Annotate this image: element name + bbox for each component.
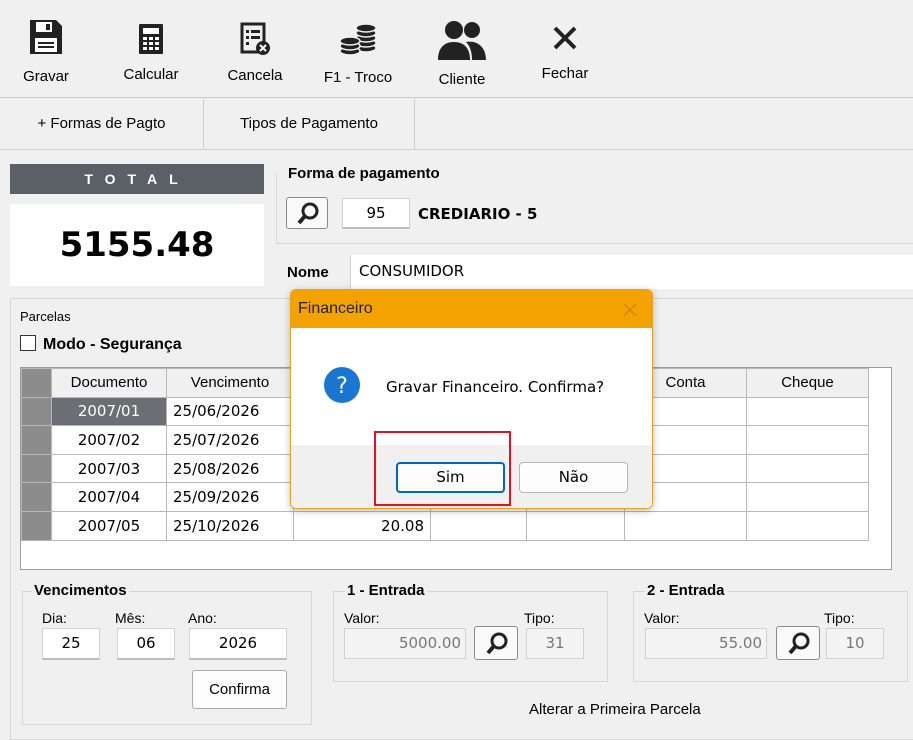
svg-text:?: ?: [336, 374, 348, 399]
ano-label: Ano:: [188, 610, 217, 626]
confirma-button[interactable]: Confirma: [192, 670, 287, 709]
search-icon: [788, 632, 810, 655]
question-icon: ?: [324, 367, 360, 403]
cancel-document-icon: [240, 22, 270, 55]
parcelas-label: Parcelas: [20, 309, 71, 324]
cell-valor[interactable]: 20.08: [293, 510, 431, 541]
forma-pagamento-name: CREDIARIO - 5: [418, 205, 538, 223]
cell-documento[interactable]: 2007/02: [51, 425, 167, 455]
fechar-button[interactable]: Fechar: [534, 18, 596, 82]
row-header[interactable]: [21, 482, 52, 512]
vencimentos-label: Vencimentos: [32, 582, 129, 599]
nome-label: Nome: [287, 264, 329, 281]
cancela-label: Cancela: [227, 67, 283, 84]
cell-documento[interactable]: 2007/01: [51, 396, 167, 427]
column-header-documento[interactable]: Documento: [51, 368, 167, 398]
troco-label: F1 - Troco: [323, 69, 393, 86]
nome-field[interactable]: CONSUMIDOR: [350, 255, 913, 289]
alterar-primeira-parcela-label[interactable]: Alterar a Primeira Parcela: [529, 701, 701, 718]
table-row[interactable]: 2007/05 25/10/2026 20.08: [21, 510, 869, 541]
close-icon: [553, 26, 577, 50]
cell-vencimento[interactable]: 25/06/2026: [166, 396, 294, 427]
row-header-corner: [21, 368, 52, 398]
dia-field[interactable]: 25: [42, 628, 100, 660]
mes-field[interactable]: 06: [117, 628, 175, 660]
cell-cheque[interactable]: [746, 396, 869, 427]
entrada1-search-button[interactable]: [474, 626, 518, 660]
cell-vencimento[interactable]: 25/09/2026: [166, 482, 294, 512]
cliente-label: Cliente: [438, 71, 486, 88]
dialog-message: Gravar Financeiro. Confirma?: [386, 378, 605, 396]
forma-pagamento-code-field[interactable]: 95: [342, 198, 410, 229]
calculator-icon: [139, 24, 163, 54]
row-header[interactable]: [21, 510, 52, 541]
search-icon: [486, 632, 508, 655]
cell-cheque[interactable]: [746, 482, 869, 512]
entrada1-valor-field[interactable]: 5000.00: [344, 628, 466, 659]
highlight-box: [374, 431, 511, 506]
cell-cheque[interactable]: [746, 510, 869, 541]
tab-tipos-de-pagamento[interactable]: Tipos de Pagamento: [204, 99, 415, 149]
forma-pagamento-search-button[interactable]: [286, 197, 328, 229]
entrada1-tipo-label: Tipo:: [524, 610, 555, 626]
cell-documento[interactable]: 2007/05: [51, 510, 167, 541]
cell[interactable]: [430, 510, 527, 541]
cell-vencimento[interactable]: 25/08/2026: [166, 453, 294, 484]
entrada2-tipo-label: Tipo:: [824, 610, 855, 626]
cell-cheque[interactable]: [746, 453, 869, 484]
cell-documento[interactable]: 2007/03: [51, 453, 167, 484]
row-header[interactable]: [21, 453, 52, 484]
gravar-label: Gravar: [23, 68, 69, 85]
total-header: TOTAL: [10, 164, 264, 194]
ano-field[interactable]: 2026: [189, 628, 287, 660]
cell-cheque[interactable]: [746, 425, 869, 455]
calcular-label: Calcular: [123, 66, 179, 83]
gravar-button[interactable]: Gravar: [20, 18, 72, 85]
entrada1-tipo-field[interactable]: 31: [526, 628, 584, 659]
row-header[interactable]: [21, 396, 52, 427]
modo-seguranca-checkbox[interactable]: [20, 335, 36, 351]
total-value: 5155.48: [10, 204, 264, 286]
cliente-button[interactable]: Cliente: [430, 18, 494, 88]
modo-seguranca-label: Modo - Segurança: [43, 336, 182, 353]
close-icon: [623, 303, 637, 317]
tab-formas-de-pagto[interactable]: + Formas de Pagto: [0, 99, 204, 149]
mes-label: Mês:: [115, 610, 146, 626]
dialog-title: Financeiro: [291, 290, 652, 328]
entrada2-tipo-field[interactable]: 10: [826, 628, 884, 659]
cell-documento[interactable]: 2007/04: [51, 482, 167, 512]
dia-label: Dia:: [42, 610, 67, 626]
row-header[interactable]: [21, 425, 52, 455]
fechar-label: Fechar: [541, 65, 589, 82]
nao-button[interactable]: Não: [519, 462, 628, 493]
cell-vencimento[interactable]: 25/10/2026: [166, 510, 294, 541]
troco-button[interactable]: F1 - Troco: [318, 18, 398, 86]
column-header-vencimento[interactable]: Vencimento: [166, 368, 294, 398]
cell-conta[interactable]: [624, 510, 747, 541]
entrada1-label: 1 - Entrada: [345, 582, 427, 599]
cell-vencimento[interactable]: 25/07/2026: [166, 425, 294, 455]
tab-bar: + Formas de Pagto Tipos de Pagamento: [0, 99, 913, 150]
entrada1-valor-label: Valor:: [344, 610, 380, 626]
cell[interactable]: [526, 510, 625, 541]
coins-icon: [339, 23, 377, 56]
cancela-button[interactable]: Cancela: [222, 18, 288, 84]
column-header-cheque[interactable]: Cheque: [746, 368, 869, 398]
forma-pagamento-label: Forma de pagamento: [286, 165, 442, 182]
entrada2-label: 2 - Entrada: [645, 582, 727, 599]
calcular-button[interactable]: Calcular: [118, 18, 184, 83]
dialog-close-button[interactable]: [622, 290, 638, 328]
entrada2-valor-label: Valor:: [644, 610, 680, 626]
entrada2-valor-field[interactable]: 55.00: [645, 628, 767, 659]
nome-value: CONSUMIDOR: [359, 262, 465, 280]
toolbar: Gravar Calcular Cancela F1 - Troco Clien…: [0, 0, 913, 98]
users-icon: [438, 21, 486, 60]
search-icon: [297, 202, 319, 225]
save-icon: [30, 20, 62, 54]
entrada2-search-button[interactable]: [776, 626, 820, 660]
